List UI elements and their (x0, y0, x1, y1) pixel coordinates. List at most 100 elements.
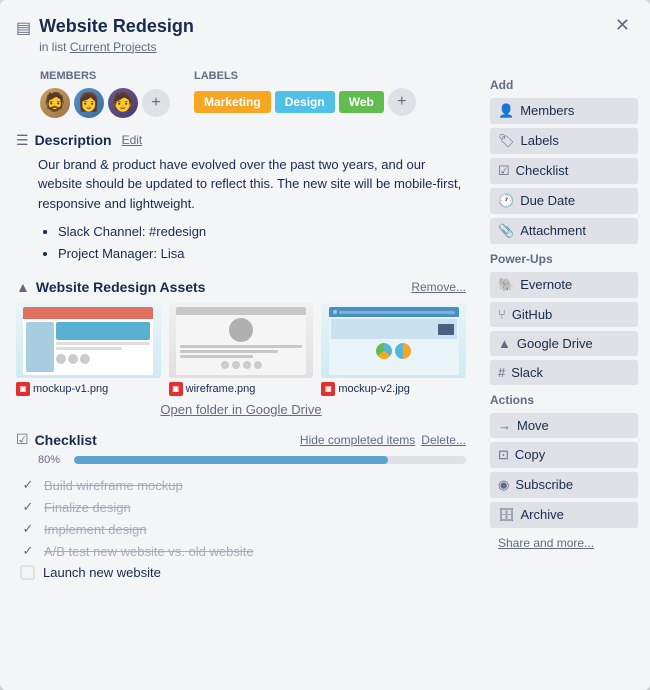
list-item: Project Manager: Lisa (58, 243, 466, 265)
description-text: Our brand & product have evolved over th… (16, 155, 466, 214)
labels-add-button[interactable]: 🏷 Labels (490, 128, 638, 154)
move-button[interactable]: → Move (490, 413, 638, 438)
members-add-label: Members (520, 103, 574, 118)
attachment-icon: 📎 (498, 223, 514, 239)
check-icon-checked[interactable]: ✓ (20, 499, 36, 515)
card-title-area: Website Redesign in list Current Project… (39, 16, 611, 54)
check-icon-unchecked[interactable] (20, 565, 35, 580)
delete-checklist-link[interactable]: Delete... (421, 433, 466, 447)
file-icon: ▣ (16, 382, 30, 396)
members-row: 🧔 👩 🧑 + (40, 88, 170, 118)
add-member-button[interactable]: + (142, 89, 170, 117)
label-icon: 🏷 (498, 133, 515, 149)
slack-label: Slack (511, 365, 543, 380)
subscribe-label: Subscribe (515, 477, 573, 492)
evernote-icon: 🐘 (498, 277, 514, 293)
move-label: Move (517, 418, 549, 433)
hide-completed-link[interactable]: Hide completed items (300, 433, 415, 447)
card-header: ▤ Website Redesign in list Current Proje… (0, 0, 650, 62)
checklist-items: ✓ Build wireframe mockup ✓ Finalize desi… (16, 474, 466, 583)
evernote-button[interactable]: 🐘 Evernote (490, 272, 638, 298)
progress-bar-background (74, 456, 466, 464)
avatar[interactable]: 👩 (74, 88, 104, 118)
card-modal: ▤ Website Redesign in list Current Proje… (0, 0, 650, 690)
avatar[interactable]: 🧑 (108, 88, 138, 118)
google-drive-button[interactable]: ▲ Google Drive (490, 331, 638, 356)
members-section: Members 🧔 👩 🧑 + (40, 70, 170, 118)
checklist-item-text: Implement design (44, 522, 147, 537)
labels-meta-section: Labels Marketing Design Web + (194, 70, 416, 118)
due-date-label: Due Date (520, 193, 575, 208)
card-body: Members 🧔 👩 🧑 + (0, 62, 650, 690)
file-name-2: ▣ wireframe.png (169, 382, 314, 396)
file-icon: ▣ (321, 382, 335, 396)
thumb-preview-3[interactable] (321, 303, 466, 378)
check-icon-checked[interactable]: ✓ (20, 543, 36, 559)
github-button[interactable]: ⑂ GitHub (490, 302, 638, 327)
attachment-label: Attachment (520, 223, 586, 238)
thumb-item: ▣ mockup-v1.png (16, 303, 161, 396)
subscribe-button[interactable]: ◉ Subscribe (490, 472, 638, 498)
add-label-button[interactable]: + (388, 88, 416, 116)
check-icon-checked[interactable]: ✓ (20, 521, 36, 537)
avatar-face: 🧑 (112, 92, 134, 113)
thumb-preview-1[interactable] (16, 303, 161, 378)
assets-header-left: ▲ Website Redesign Assets (16, 279, 205, 295)
avatar[interactable]: 🧔 (40, 88, 70, 118)
remove-assets-link[interactable]: Remove... (411, 280, 466, 294)
due-date-button[interactable]: 🕐 Due Date (490, 188, 638, 214)
label-web[interactable]: Web (339, 91, 384, 113)
thumb-item: ▣ mockup-v2.jpg (321, 303, 466, 396)
checklist-item: Launch new website (20, 562, 466, 583)
avatar-face: 👩 (78, 92, 100, 113)
checklist-icon: ☑ (16, 431, 29, 448)
list-prefix: in list (39, 40, 66, 54)
copy-icon: ⊡ (498, 447, 509, 463)
meta-row: Members 🧔 👩 🧑 + (16, 70, 466, 118)
sidebar-column: Add 👤 Members 🏷 Labels ☑ Checklist 🕐 Due… (482, 62, 650, 690)
progress-percent: 80% (38, 454, 66, 466)
checklist-item-text: Build wireframe mockup (44, 478, 183, 493)
powerups-section-title: Power-Ups (490, 252, 638, 266)
share-more-link[interactable]: Share and more... (490, 532, 638, 554)
check-icon-checked[interactable]: ✓ (20, 477, 36, 493)
archive-label: Archive (521, 507, 564, 522)
edit-description-link[interactable]: Edit (122, 133, 143, 147)
google-drive-icon: ▲ (498, 336, 511, 351)
checklist-item: ✓ A/B test new website vs. old website (20, 540, 466, 562)
assets-section: ▲ Website Redesign Assets Remove... (16, 279, 466, 417)
label-design[interactable]: Design (275, 91, 335, 113)
open-folder-link[interactable]: Open folder in Google Drive (16, 402, 466, 417)
main-column: Members 🧔 👩 🧑 + (0, 62, 482, 690)
checklist-item: ✓ Build wireframe mockup (20, 474, 466, 496)
thumb-item: ▣ wireframe.png (169, 303, 314, 396)
archive-button[interactable]: 🗄 Archive (490, 502, 638, 528)
list-name-link[interactable]: Current Projects (70, 40, 157, 54)
label-marketing[interactable]: Marketing (194, 91, 271, 113)
avatar-face: 🧔 (44, 92, 66, 113)
add-section-title: Add (490, 78, 638, 92)
checklist-add-label: Checklist (516, 163, 569, 178)
file-name-1: ▣ mockup-v1.png (16, 382, 161, 396)
thumb-preview-2[interactable] (169, 303, 314, 378)
google-drive-icon: ▲ (16, 279, 30, 295)
archive-icon: 🗄 (498, 507, 515, 523)
checklist-item-text: Finalize design (44, 500, 131, 515)
copy-button[interactable]: ⊡ Copy (490, 442, 638, 468)
description-icon: ☰ (16, 132, 29, 149)
slack-icon: # (498, 365, 505, 380)
move-icon: → (498, 418, 511, 433)
card-type-icon: ▤ (16, 18, 31, 38)
checklist-item: ✓ Finalize design (20, 496, 466, 518)
slack-button[interactable]: # Slack (490, 360, 638, 385)
list-item: Slack Channel: #redesign (58, 221, 466, 243)
attachment-button[interactable]: 📎 Attachment (490, 218, 638, 244)
checklist-actions: Hide completed items Delete... (300, 433, 466, 447)
members-add-button[interactable]: 👤 Members (490, 98, 638, 124)
labels-add-label: Labels (521, 133, 559, 148)
github-label: GitHub (512, 307, 552, 322)
checklist-add-button[interactable]: ☑ Checklist (490, 158, 638, 184)
labels-row: Marketing Design Web + (194, 88, 416, 116)
description-title: Description (35, 132, 112, 148)
close-button[interactable]: ✕ (611, 16, 634, 34)
